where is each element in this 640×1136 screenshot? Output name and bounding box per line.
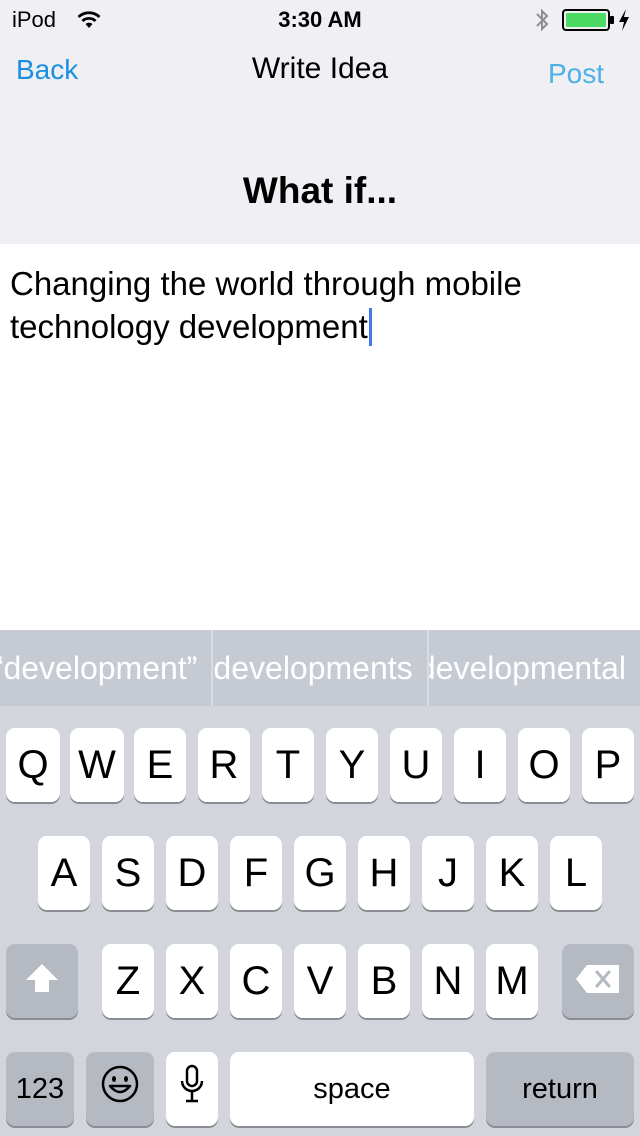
backspace-icon xyxy=(575,959,621,1004)
idea-text: Changing the world through mobile techno… xyxy=(10,265,522,345)
shift-arrow-icon xyxy=(24,959,60,1004)
battery-icon xyxy=(562,9,616,38)
key-f[interactable]: F xyxy=(230,836,282,910)
idea-text-area[interactable]: Changing the world through mobile techno… xyxy=(0,244,640,630)
key-x[interactable]: X xyxy=(166,944,218,1018)
key-e[interactable]: E xyxy=(134,728,186,802)
key-a[interactable]: A xyxy=(38,836,90,910)
status-bar: iPod 3:30 AM xyxy=(0,0,640,40)
bluetooth-icon xyxy=(534,7,550,38)
keyboard: Q W E R T Y U I O P A S D F G H J K L Z … xyxy=(0,706,640,1136)
key-o[interactable]: O xyxy=(518,728,570,802)
header-area: iPod 3:30 AM Back Write Idea Post What i… xyxy=(0,0,640,244)
post-button[interactable]: Post xyxy=(548,58,604,90)
numbers-key[interactable]: 123 xyxy=(6,1052,74,1126)
predictive-bar: “development” developments developmental xyxy=(0,630,640,706)
emoji-icon xyxy=(100,1064,140,1114)
suggestion-1[interactable]: “development” xyxy=(0,630,211,706)
text-cursor xyxy=(368,308,372,346)
key-i[interactable]: I xyxy=(454,728,506,802)
key-j[interactable]: J xyxy=(422,836,474,910)
idea-text-content[interactable]: Changing the world through mobile techno… xyxy=(10,262,610,348)
dictation-key[interactable] xyxy=(166,1052,218,1126)
return-key[interactable]: return xyxy=(486,1052,634,1126)
suggestion-3-label: developmental xyxy=(428,650,626,686)
numbers-key-label: 123 xyxy=(15,1072,65,1105)
key-m[interactable]: M xyxy=(486,944,538,1018)
suggestion-2[interactable]: developments xyxy=(211,630,429,706)
suggestion-3[interactable]: developmental xyxy=(429,630,640,706)
return-key-label: return xyxy=(522,1072,598,1105)
prompt-heading: What if... xyxy=(242,170,398,211)
charging-bolt-icon xyxy=(618,8,630,37)
key-v[interactable]: V xyxy=(294,944,346,1018)
suggestion-1-label: “development” xyxy=(0,650,198,686)
key-q[interactable]: Q xyxy=(6,728,60,802)
key-s[interactable]: S xyxy=(102,836,154,910)
microphone-icon xyxy=(179,1064,205,1114)
navigation-bar: Back Write Idea Post xyxy=(0,40,640,104)
key-c[interactable]: C xyxy=(230,944,282,1018)
key-p[interactable]: P xyxy=(582,728,634,802)
key-w[interactable]: W xyxy=(70,728,124,802)
key-y[interactable]: Y xyxy=(326,728,378,802)
key-z[interactable]: Z xyxy=(102,944,154,1018)
key-t[interactable]: T xyxy=(262,728,314,802)
key-u[interactable]: U xyxy=(390,728,442,802)
page-title: Write Idea xyxy=(251,52,389,85)
space-key[interactable]: space xyxy=(230,1052,474,1126)
key-h[interactable]: H xyxy=(358,836,410,910)
delete-key[interactable] xyxy=(562,944,634,1018)
space-key-label: space xyxy=(313,1072,391,1105)
key-d[interactable]: D xyxy=(166,836,218,910)
emoji-key[interactable] xyxy=(86,1052,154,1126)
key-r[interactable]: R xyxy=(198,728,250,802)
key-g[interactable]: G xyxy=(294,836,346,910)
suggestion-2-label: developments xyxy=(213,650,413,686)
key-k[interactable]: K xyxy=(486,836,538,910)
key-b[interactable]: B xyxy=(358,944,410,1018)
key-l[interactable]: L xyxy=(550,836,602,910)
shift-key[interactable] xyxy=(6,944,78,1018)
key-n[interactable]: N xyxy=(422,944,474,1018)
